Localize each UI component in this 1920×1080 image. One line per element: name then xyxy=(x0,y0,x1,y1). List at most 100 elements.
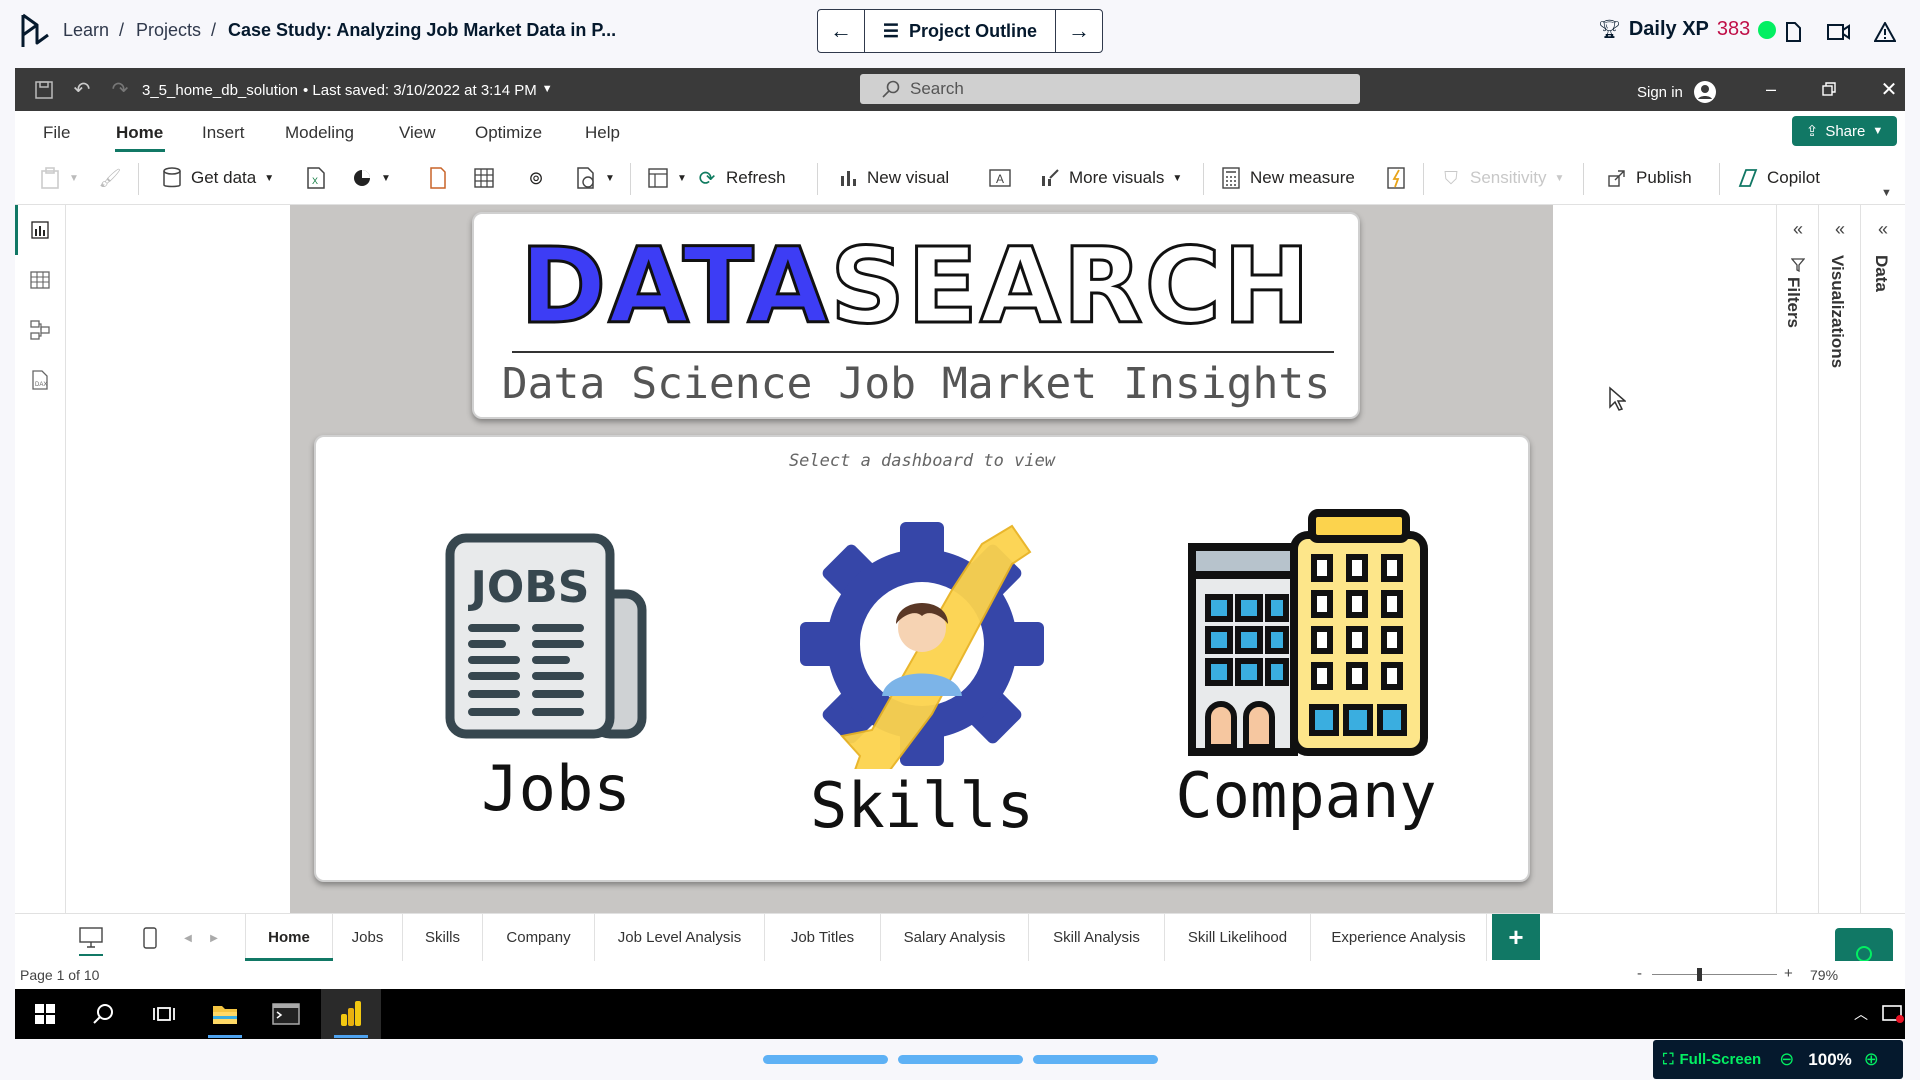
tab-job-titles[interactable]: Job Titles xyxy=(765,914,881,961)
view-switcher-rail: DAX xyxy=(15,205,66,913)
sql-server-button[interactable] xyxy=(427,167,449,189)
dataverse-button[interactable]: ⊚ xyxy=(525,167,547,189)
add-page-button[interactable]: + xyxy=(1492,914,1540,960)
search-input[interactable]: Search xyxy=(860,74,1360,104)
task-view-icon[interactable] xyxy=(152,1002,176,1026)
data-pane[interactable]: « Data xyxy=(1860,205,1905,913)
enter-data-button[interactable] xyxy=(473,167,495,189)
refresh-icon: ⟳ xyxy=(698,167,716,190)
sensitivity-button[interactable]: ⛉ Sensitivity ▼ xyxy=(1440,167,1564,189)
document-icon[interactable] xyxy=(1782,20,1804,44)
breadcrumb-projects[interactable]: Projects xyxy=(136,20,201,41)
tab-job-level-analysis[interactable]: Job Level Analysis xyxy=(595,914,765,961)
redo-icon[interactable]: ↷ xyxy=(109,79,131,101)
new-measure-button[interactable]: New measure xyxy=(1220,167,1355,189)
file-explorer-icon[interactable] xyxy=(210,1000,240,1028)
more-visuals-button[interactable]: More visuals ▼ xyxy=(1039,167,1182,189)
tab-skill-analysis[interactable]: Skill Analysis xyxy=(1029,914,1165,961)
power-bi-taskbar-item[interactable] xyxy=(321,989,381,1039)
expand-chevron-icon[interactable]: « xyxy=(1787,219,1809,239)
jobs-nav-button[interactable]: JOBS Jobs xyxy=(426,532,686,832)
transform-data-button[interactable]: ▼ xyxy=(647,167,687,189)
zoom-out-button[interactable]: - xyxy=(1637,965,1642,982)
search-icon[interactable] xyxy=(92,1002,116,1026)
tab-experience-analysis[interactable]: Experience Analysis xyxy=(1311,914,1487,961)
next-arrow-button[interactable]: → xyxy=(1056,10,1102,52)
text-box-button[interactable]: A xyxy=(989,167,1011,189)
share-button[interactable]: ⇪ Share ▼ xyxy=(1792,116,1897,146)
data-hub-icon xyxy=(351,167,373,189)
refresh-button[interactable]: ⟳ Refresh xyxy=(696,167,786,190)
zoom-slider[interactable] xyxy=(1652,974,1777,975)
notification-icon[interactable] xyxy=(1881,1002,1905,1026)
ribbon-collapse-chevron-icon[interactable]: ▼ xyxy=(1881,187,1892,199)
menu-help[interactable]: Help xyxy=(585,123,620,143)
video-icon[interactable] xyxy=(1826,20,1852,44)
menu-view[interactable]: View xyxy=(399,123,436,143)
scroll-left-icon[interactable]: ◀ xyxy=(181,928,195,948)
publish-button[interactable]: Publish xyxy=(1606,167,1692,189)
datacamp-logo-icon[interactable] xyxy=(18,12,52,50)
windows-start-icon[interactable] xyxy=(33,1002,57,1026)
ribbon-toolbar: ▼ 🖌︎ Get data ▼ X ▼ ⊚ ▼ ▼ ⟳ Refresh New … xyxy=(15,153,1905,205)
sign-in-button[interactable]: Sign in xyxy=(1637,80,1717,104)
company-nav-button[interactable]: Company xyxy=(1156,507,1456,837)
minimize-button[interactable]: – xyxy=(1759,79,1783,99)
tab-jobs[interactable]: Jobs xyxy=(333,914,403,961)
new-visual-button[interactable]: New visual xyxy=(837,167,949,189)
carousel-indicator[interactable] xyxy=(1033,1055,1158,1064)
skills-nav-button[interactable]: Skills xyxy=(792,519,1052,842)
menu-optimize[interactable]: Optimize xyxy=(475,123,542,143)
save-icon[interactable] xyxy=(33,80,55,100)
get-data-button[interactable]: Get data ▼ xyxy=(161,167,274,189)
quick-measure-button[interactable] xyxy=(1385,167,1407,189)
menu-insert[interactable]: Insert xyxy=(202,123,245,143)
close-button[interactable]: ✕ xyxy=(1877,78,1901,101)
restore-button[interactable] xyxy=(1817,79,1841,99)
model-view-icon[interactable] xyxy=(28,319,52,341)
expand-chevron-icon[interactable]: « xyxy=(1829,219,1851,239)
file-name[interactable]: 3_5_home_db_solution • Last saved: 3/10/… xyxy=(142,82,553,99)
tab-skill-likelihood[interactable]: Skill Likelihood xyxy=(1165,914,1311,961)
filters-pane[interactable]: « Filters xyxy=(1776,205,1818,913)
title-divider xyxy=(512,351,1334,353)
desktop-layout-icon[interactable] xyxy=(77,925,105,951)
undo-icon[interactable]: ↶ xyxy=(71,79,93,101)
expand-chevron-icon[interactable]: « xyxy=(1872,219,1894,239)
zoom-in-button[interactable]: + xyxy=(1784,965,1793,982)
zoom-slider-thumb[interactable] xyxy=(1697,968,1702,981)
tab-company[interactable]: Company xyxy=(483,914,595,961)
visualizations-pane[interactable]: « Visualizations xyxy=(1818,205,1860,913)
carousel-indicator[interactable] xyxy=(898,1055,1023,1064)
data-hub-button[interactable]: ▼ xyxy=(351,167,391,189)
project-outline-button[interactable]: ☰ Project Outline xyxy=(864,10,1056,52)
tray-expand-icon[interactable]: ︿ xyxy=(1852,1004,1870,1024)
tab-home[interactable]: Home xyxy=(245,914,333,961)
recent-sources-button[interactable]: ▼ xyxy=(575,167,615,189)
terminal-icon[interactable] xyxy=(271,1000,301,1028)
menu-home[interactable]: Home xyxy=(116,123,163,143)
excel-workbook-button[interactable]: X xyxy=(305,167,327,189)
carousel-indicator[interactable] xyxy=(763,1055,888,1064)
daily-xp[interactable]: 🏆︎ Daily XP 383 xyxy=(1598,18,1777,41)
tab-skills[interactable]: Skills xyxy=(403,914,483,961)
breadcrumb-learn[interactable]: Learn xyxy=(63,20,109,41)
fullscreen-button[interactable]: ⛶ Full-Screen xyxy=(1663,1051,1761,1068)
menu-modeling[interactable]: Modeling xyxy=(285,123,354,143)
copilot-button[interactable]: Copilot xyxy=(1737,167,1820,189)
warning-icon[interactable] xyxy=(1872,20,1898,44)
session-zoom-level: 100% xyxy=(1808,1049,1852,1069)
previous-arrow-button[interactable]: ← xyxy=(818,10,864,52)
report-view-icon[interactable] xyxy=(28,219,52,241)
menu-file[interactable]: File xyxy=(43,123,70,143)
zoom-out-icon[interactable]: ⊖ xyxy=(1779,1049,1794,1070)
tab-salary-analysis[interactable]: Salary Analysis xyxy=(881,914,1029,961)
mobile-layout-icon[interactable] xyxy=(140,925,160,951)
mouse-cursor-icon xyxy=(1608,386,1628,412)
zoom-in-icon[interactable]: ⊕ xyxy=(1864,1049,1879,1070)
table-view-icon[interactable] xyxy=(28,269,52,291)
format-painter-button[interactable]: 🖌︎ xyxy=(99,167,122,189)
scroll-right-icon[interactable]: ▶ xyxy=(207,928,221,948)
dax-query-view-icon[interactable]: DAX xyxy=(28,369,52,391)
paste-button[interactable]: ▼ xyxy=(39,167,79,189)
